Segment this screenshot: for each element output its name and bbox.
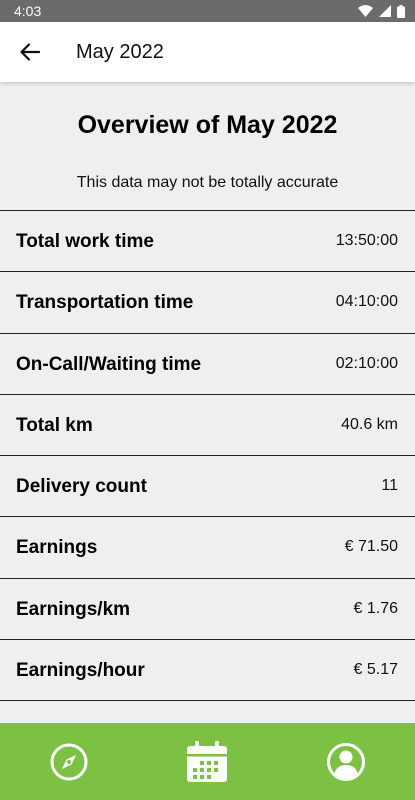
stat-label: Total km: [16, 414, 93, 436]
stat-value: € 1.76: [353, 599, 398, 617]
nav-item-account[interactable]: [311, 727, 381, 797]
overview-content: Overview of May 2022 This data may not b…: [0, 82, 415, 723]
stat-row-total-km: Total km 40.6 km: [0, 395, 415, 457]
stat-label: Earnings/km: [16, 598, 131, 620]
battery-icon: [397, 4, 405, 18]
stat-value: € 71.50: [344, 538, 398, 556]
status-bar: 4:03: [0, 0, 415, 22]
compass-icon: [50, 743, 88, 780]
app-bar: May 2022: [0, 22, 415, 82]
stat-label: Total work time: [16, 231, 154, 252]
stat-row-transportation-time: Transportation time 04:10:00: [0, 272, 415, 334]
stats-list: Total work time 13:50:00 Transportation …: [0, 210, 415, 702]
wifi-icon: [358, 5, 373, 17]
disclaimer-text: This data may not be totally accurate: [76, 174, 339, 191]
stat-row-earnings-per-hour: Earnings/hour € 5.17: [0, 640, 415, 702]
stat-value: 40.6 km: [341, 415, 398, 433]
stat-label: Transportation time: [16, 292, 194, 314]
calendar-icon: [187, 740, 228, 782]
nav-item-explore[interactable]: [34, 727, 104, 797]
stat-row-earnings-per-km: Earnings/km € 1.76: [0, 579, 415, 641]
arrow-back-icon: [20, 43, 40, 61]
stat-value: 13:50:00: [335, 232, 398, 249]
stat-value: € 5.17: [353, 661, 398, 679]
account-icon: [326, 742, 365, 781]
stat-value: 11: [381, 477, 398, 495]
back-button[interactable]: [2, 22, 58, 82]
stat-row-on-call-waiting-time: On-Call/Waiting time 02:10:00: [0, 334, 415, 395]
stat-label: On-Call/Waiting time: [16, 353, 202, 375]
stat-label: Delivery count: [16, 476, 147, 498]
overview-title: Overview of May 2022: [77, 111, 338, 139]
status-time: 4:03: [14, 3, 42, 19]
app-bar-title: May 2022: [76, 40, 164, 63]
stat-value: 04:10:00: [335, 293, 398, 311]
stat-row-total-work-time: Total work time 13:50:00: [0, 211, 415, 273]
stat-row-delivery-count: Delivery count 11: [0, 456, 415, 518]
stat-value: 02:10:00: [335, 354, 398, 372]
stat-label: Earnings: [16, 537, 98, 559]
signal-icon: [379, 5, 391, 17]
status-icons: [358, 4, 405, 18]
bottom-navigation: [0, 723, 415, 800]
stat-label: Earnings/hour: [16, 660, 145, 682]
nav-item-calendar[interactable]: [172, 727, 242, 797]
stat-row-earnings: Earnings € 71.50: [0, 517, 415, 579]
